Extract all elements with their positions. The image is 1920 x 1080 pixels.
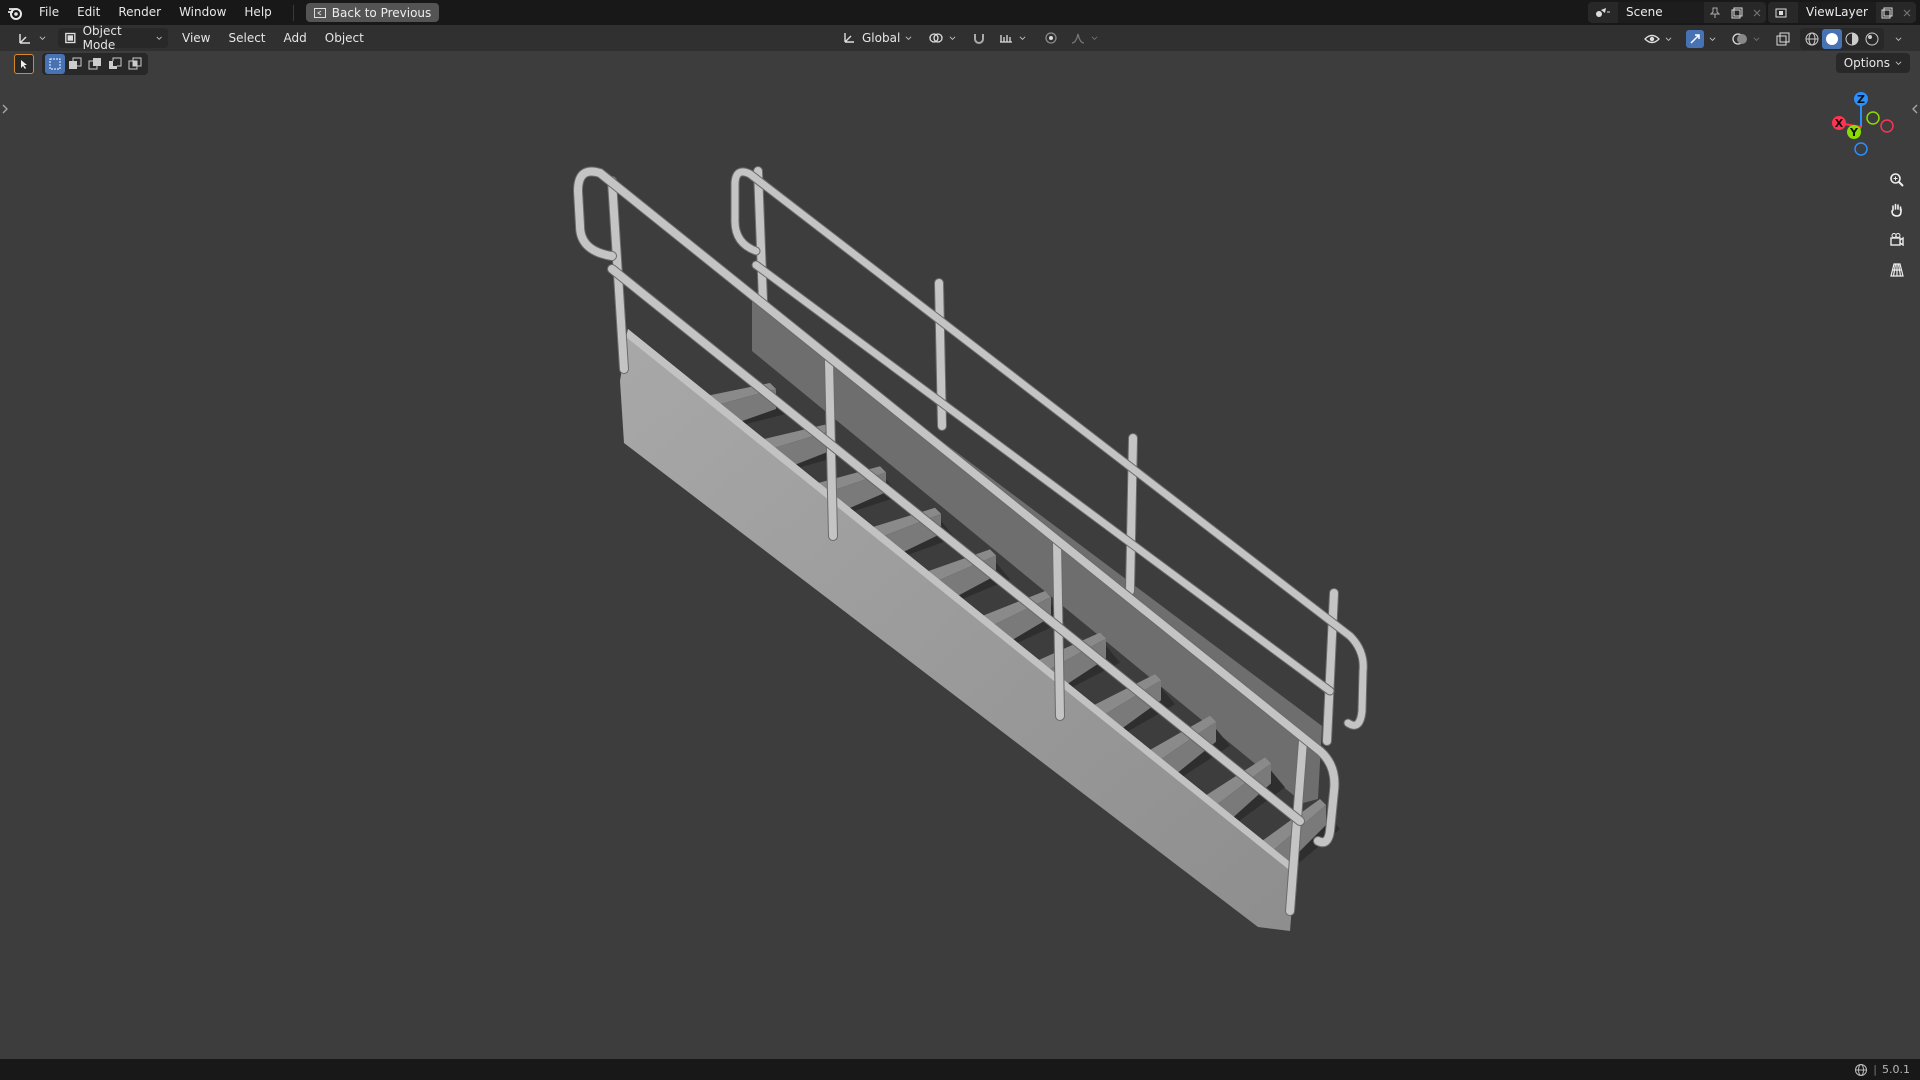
shading-mode-group <box>1800 28 1884 50</box>
gizmo-icon <box>1686 30 1704 48</box>
mode-dropdown[interactable]: Object Mode <box>58 24 168 52</box>
gizmo-x-label: X <box>1835 117 1844 130</box>
wireframe-shading-icon[interactable] <box>1802 29 1822 49</box>
back-to-previous-button[interactable]: Back to Previous <box>305 3 440 22</box>
menu-window[interactable]: Window <box>170 0 235 25</box>
camera-view-icon[interactable] <box>1884 227 1910 253</box>
editor-type-icon <box>19 34 30 44</box>
editor-type-button[interactable] <box>12 28 52 48</box>
status-divider: | <box>1873 1063 1877 1076</box>
magnet-icon <box>974 34 985 44</box>
viewport-header: Object Mode View Select Add Object Globa… <box>0 24 1920 52</box>
snap-toggle[interactable] <box>966 28 992 48</box>
menu-add[interactable]: Add <box>278 28 313 48</box>
chevron-down-icon <box>1709 36 1716 41</box>
perspective-grid-icon[interactable] <box>1884 257 1910 283</box>
scene-name[interactable]: Scene <box>1618 2 1704 23</box>
chevron-down-icon <box>949 35 956 40</box>
transform-orientation-dropdown[interactable]: Global <box>836 28 918 48</box>
staircase-model[interactable] <box>0 51 1920 1059</box>
orientation-icon <box>844 33 854 43</box>
chevron-down-icon <box>905 35 912 40</box>
pivot-point-dropdown[interactable] <box>922 28 962 48</box>
top-bar: File Edit Render Window Help Back to Pre… <box>0 0 1920 25</box>
chevron-down-icon <box>156 36 162 40</box>
new-view-layer-icon[interactable] <box>1876 7 1898 19</box>
3d-viewport[interactable]: Z X Y <box>0 51 1920 1059</box>
new-scene-icon[interactable] <box>1726 7 1748 19</box>
status-bar: | 5.0.1 <box>0 1059 1920 1080</box>
chevron-down-icon <box>39 35 46 40</box>
falloff-dropdown[interactable] <box>1064 28 1104 48</box>
proportional-editing-icon <box>1045 32 1057 44</box>
menu-select[interactable]: Select <box>222 28 271 48</box>
object-mode-icon <box>65 32 76 44</box>
material-preview-shading-icon[interactable] <box>1842 29 1862 49</box>
chevron-down-icon <box>1019 35 1026 40</box>
view-layer-name[interactable]: ViewLayer <box>1798 2 1876 23</box>
gizmo-neg-x-axis[interactable] <box>1880 119 1894 133</box>
view-layer-selector[interactable]: ViewLayer <box>1768 2 1916 23</box>
back-to-previous-label: Back to Previous <box>331 5 432 20</box>
scene-icon[interactable] <box>1588 7 1618 19</box>
gizmo-neg-y-axis[interactable] <box>1866 111 1880 125</box>
pin-icon[interactable] <box>1704 7 1726 19</box>
menu-edit[interactable]: Edit <box>68 0 109 25</box>
overlays-toggle[interactable] <box>1726 29 1766 49</box>
remove-view-layer-icon[interactable] <box>1898 9 1916 17</box>
menu-object[interactable]: Object <box>319 28 370 48</box>
overlays-icon <box>1732 33 1747 45</box>
blender-logo-icon[interactable] <box>0 0 30 25</box>
orientation-label: Global <box>862 31 901 45</box>
rendered-shading-icon[interactable] <box>1862 29 1882 49</box>
chevron-down-icon <box>1665 36 1672 41</box>
menu-file[interactable]: File <box>30 0 68 25</box>
menu-render[interactable]: Render <box>109 0 170 25</box>
chevron-down-icon <box>1895 36 1902 41</box>
front-stringer-top-edge <box>626 329 1295 873</box>
solid-shading-icon[interactable] <box>1822 29 1842 49</box>
falloff-curve-icon <box>1072 33 1085 44</box>
zoom-icon[interactable] <box>1884 167 1910 193</box>
menu-view[interactable]: View <box>176 28 216 48</box>
xray-icon <box>1776 32 1790 46</box>
scene-selector[interactable]: Scene <box>1588 2 1766 23</box>
blender-version: 5.0.1 <box>1882 1063 1910 1076</box>
back-rail-post <box>1126 434 1137 595</box>
selectability-visibility-dropdown[interactable] <box>1638 29 1678 49</box>
screen-back-icon <box>313 7 326 18</box>
xray-toggle[interactable] <box>1770 29 1796 49</box>
snap-target-dropdown[interactable] <box>992 28 1032 48</box>
remove-scene-icon[interactable] <box>1748 9 1766 17</box>
menu-help[interactable]: Help <box>235 0 280 25</box>
gizmo-toggle[interactable] <box>1680 29 1722 49</box>
gizmo-y-label: Y <box>1849 126 1859 139</box>
gizmo-z-label: Z <box>1857 93 1865 106</box>
navigation-gizmo[interactable]: Z X Y <box>1816 82 1906 172</box>
pan-hand-icon[interactable] <box>1884 197 1910 223</box>
eye-icon <box>1644 34 1660 44</box>
proportional-editing-toggle[interactable] <box>1038 28 1064 48</box>
chevron-down-icon <box>1091 35 1098 40</box>
divider <box>292 4 294 21</box>
chevron-down-icon <box>1753 36 1760 41</box>
gizmo-neg-z-axis[interactable] <box>1854 142 1868 156</box>
view-layer-icon[interactable] <box>1768 7 1798 19</box>
network-globe-icon[interactable] <box>1854 1063 1868 1077</box>
back-rail-post <box>754 167 767 305</box>
front-mid-rail <box>608 265 1304 825</box>
mode-label: Object Mode <box>82 24 122 52</box>
snap-increment-icon <box>1000 35 1013 43</box>
shading-options-dropdown[interactable] <box>1884 29 1908 49</box>
pivot-icon <box>929 33 943 43</box>
